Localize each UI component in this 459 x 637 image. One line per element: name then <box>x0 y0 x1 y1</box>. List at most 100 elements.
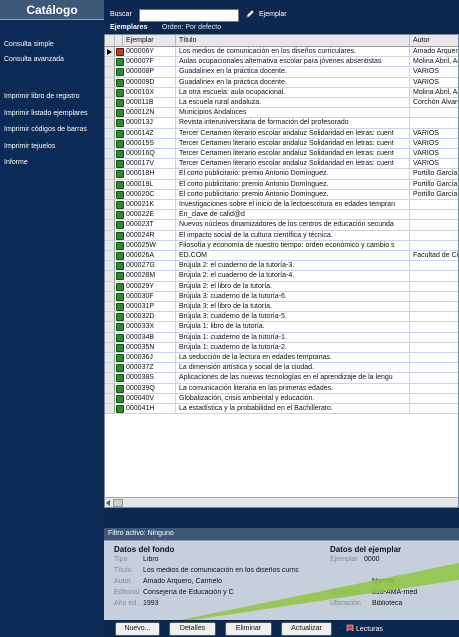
table-row[interactable]: 000008P Guadalinex en la práctica docente… <box>105 67 458 78</box>
cell-titulo: Nuevos núcleos dinamizadores de los cent… <box>176 220 410 230</box>
row-indicator[interactable] <box>105 179 115 189</box>
row-indicator[interactable] <box>105 240 115 250</box>
row-indicator[interactable] <box>105 373 115 383</box>
row-indicator[interactable] <box>105 47 115 57</box>
row-indicator[interactable] <box>105 128 115 138</box>
table-row[interactable]: 000013J Revista interuniversitaria de for… <box>105 118 458 129</box>
row-indicator[interactable] <box>105 281 115 291</box>
actualizar-button[interactable]: Actualizar <box>281 622 332 636</box>
row-indicator[interactable] <box>105 159 115 169</box>
row-indicator[interactable] <box>105 169 115 179</box>
table-row[interactable]: 000031P Brújula 3: el libro de la tutoría… <box>105 302 458 313</box>
row-indicator[interactable] <box>105 98 115 108</box>
nuevo-button[interactable]: Nuevo... <box>115 622 160 636</box>
scroll-thumb[interactable] <box>113 499 123 507</box>
eliminar-button[interactable]: Eliminar <box>225 622 272 636</box>
table-row[interactable]: 000037Z La dimensión artística y social d… <box>105 363 458 374</box>
row-indicator[interactable] <box>105 77 115 87</box>
fondo-value-autor: Amado Arquero, Carmelo <box>143 578 222 585</box>
sidebar-item-informe[interactable]: Informe <box>4 159 28 166</box>
row-indicator[interactable] <box>105 291 115 301</box>
row-indicator[interactable] <box>105 393 115 403</box>
fondo-value-tipo: Libro <box>143 556 159 563</box>
search-input[interactable] <box>139 9 239 22</box>
row-indicator[interactable] <box>105 312 115 322</box>
table-row[interactable]: 000027G Brújula 2: el cuaderno de la tuto… <box>105 261 458 272</box>
row-indicator[interactable] <box>105 108 115 118</box>
table-row[interactable]: 000020C El corto publicitario: premio Ant… <box>105 189 458 200</box>
row-indicator[interactable] <box>105 342 115 352</box>
table-row[interactable]: 000016Q Tercer Certamen literario escolar… <box>105 149 458 160</box>
row-indicator[interactable] <box>105 200 115 210</box>
cell-autor <box>410 210 458 219</box>
row-indicator[interactable] <box>105 261 115 271</box>
table-row[interactable]: 000024R El impacto social de la cultura c… <box>105 230 458 241</box>
table-row[interactable]: 000007F Aulas ocupacionales:alternativa e… <box>105 57 458 68</box>
row-indicator[interactable] <box>105 138 115 148</box>
row-indicator[interactable] <box>105 118 115 128</box>
list-order[interactable]: Orden: Por defecto <box>162 24 221 31</box>
table-row[interactable]: 000009D Guadalinex en la práctica docente… <box>105 77 458 88</box>
horizontal-scrollbar[interactable] <box>105 497 458 507</box>
row-indicator[interactable] <box>105 210 115 220</box>
sidebar-item-imprimir-libro-registro[interactable]: Imprimir libro de registro <box>4 93 79 100</box>
row-indicator[interactable] <box>105 87 115 97</box>
detalles-button[interactable]: Detalles <box>169 622 216 636</box>
row-indicator[interactable] <box>105 251 115 261</box>
column-header-titulo[interactable]: Título <box>176 35 410 47</box>
table-row[interactable]: 000028M Brújula 2: el cuaderno de la tuto… <box>105 271 458 282</box>
table-row[interactable]: 000010X La otra escuela: aula ocupacional… <box>105 87 458 98</box>
column-header-autor[interactable]: Autor <box>410 35 458 47</box>
table-row[interactable]: 000018H El corto publicitario: premio Ant… <box>105 169 458 180</box>
table-row[interactable]: 000019L El corto publicitario: premio Ant… <box>105 179 458 190</box>
table-row[interactable]: 000012N Municipios Andaluces <box>105 108 458 119</box>
row-indicator[interactable] <box>105 404 115 414</box>
row-indicator[interactable] <box>105 353 115 363</box>
row-indicator[interactable] <box>105 149 115 159</box>
table-row[interactable]: 000006Y Los medios de comunicación en los… <box>105 47 458 58</box>
table-row[interactable]: 000022E En_clave de calid@d <box>105 210 458 221</box>
table-row[interactable]: 000021K Investigaciones sobre el inicio d… <box>105 200 458 211</box>
sidebar-item-imprimir-tejuelos[interactable]: Imprimir tejuelos <box>4 143 55 150</box>
pencil-icon[interactable] <box>244 8 256 20</box>
table-row[interactable]: 000035N Brújula 1: cuaderno de la tutoría… <box>105 342 458 353</box>
sidebar-item-consulta-avanzada[interactable]: Consulta avanzada <box>4 56 64 63</box>
table-row[interactable]: 000033X Brújula 1: libro de la tutoría. <box>105 322 458 333</box>
sidebar-item-consulta-simple[interactable]: Consulta simple <box>4 41 54 48</box>
row-indicator[interactable] <box>105 230 115 240</box>
table-row[interactable]: 000038S Aplicaciones de las nuevas tecnol… <box>105 373 458 384</box>
row-indicator[interactable] <box>105 57 115 67</box>
row-indicator[interactable] <box>105 189 115 199</box>
row-indicator[interactable] <box>105 220 115 230</box>
table-row[interactable]: 000029Y Brújula 2: el libro de la tutoría… <box>105 281 458 292</box>
table-row[interactable]: 000030F Brújula 3: cuaderno de la tutoría… <box>105 291 458 302</box>
column-header-ejemplar[interactable]: Ejemplar <box>123 35 176 47</box>
row-indicator[interactable] <box>105 363 115 373</box>
table-row[interactable]: 000040V Globalización, crisis ambiental y… <box>105 393 458 404</box>
row-indicator[interactable] <box>105 332 115 342</box>
table-row[interactable]: 000011B La escuela rural andaluza. Corchón… <box>105 98 458 109</box>
lecturas-link[interactable]: Lecturas <box>356 626 383 633</box>
table-row[interactable]: 000026A ED.COM Facultad de Cie <box>105 251 458 262</box>
row-indicator[interactable] <box>105 67 115 77</box>
table-row[interactable]: 000041H La estadística y la probabilidad … <box>105 404 458 415</box>
table-row[interactable]: 000025W Filosofía y economía de nuestro t… <box>105 240 458 251</box>
table-row[interactable]: 000023T Nuevos núcleos dinamizadores de l… <box>105 220 458 231</box>
scroll-left-arrow-icon[interactable] <box>106 500 110 506</box>
row-indicator[interactable] <box>105 383 115 393</box>
sidebar-item-imprimir-listado[interactable]: Imprimir listado ejemplares <box>4 110 88 117</box>
ejemplares-table[interactable]: Ejemplar Título Autor 000006Y Los medios … <box>104 34 459 508</box>
table-row[interactable]: 000015S Tercer Certamen literario escolar… <box>105 138 458 149</box>
row-indicator[interactable] <box>105 271 115 281</box>
bookmark-icon[interactable] <box>346 624 354 632</box>
table-row[interactable]: 000032D Brújula 3: cuaderno de la tutoría… <box>105 312 458 323</box>
row-indicator[interactable] <box>105 302 115 312</box>
table-row[interactable]: 000036J La seducción de la lectura en eda… <box>105 353 458 364</box>
row-indicator[interactable] <box>105 322 115 332</box>
table-row[interactable]: 000014Z Tercer Certamen literario escolar… <box>105 128 458 139</box>
sidebar-item-imprimir-codigos[interactable]: Imprimir códigos de barras <box>4 126 87 133</box>
table-row[interactable]: 000039Q La comunicación literaria en las … <box>105 383 458 394</box>
table-row[interactable]: 000017V Tercer Certamen literario escolar… <box>105 159 458 170</box>
ejemplar-link[interactable]: Ejemplar <box>259 11 287 18</box>
table-row[interactable]: 000034B Brújula 1: cuaderno de la tutoría… <box>105 332 458 343</box>
